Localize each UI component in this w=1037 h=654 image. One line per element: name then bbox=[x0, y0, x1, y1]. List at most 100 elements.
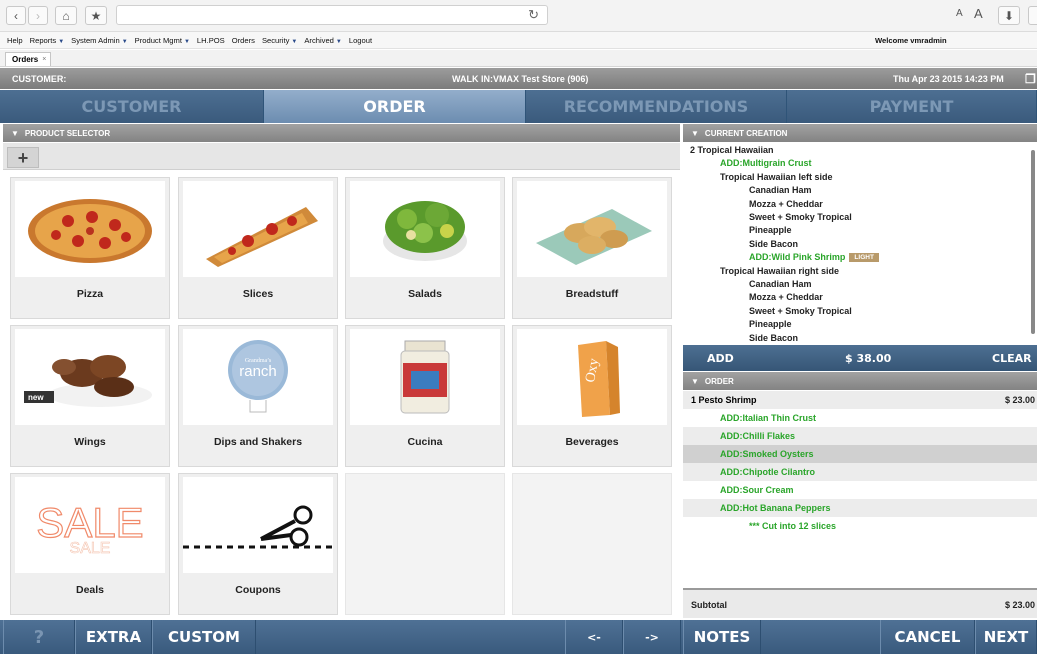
menu-item-logout[interactable]: Logout bbox=[349, 36, 372, 45]
current-creation-footer: ADD $ 38.00 CLEAR bbox=[683, 345, 1037, 371]
product-tile-breadstuff[interactable]: Breadstuff bbox=[512, 177, 672, 319]
download-button[interactable]: ⬇ bbox=[998, 6, 1020, 25]
product-tile-wings[interactable]: new Wings bbox=[10, 325, 170, 467]
close-icon[interactable]: × bbox=[42, 56, 46, 63]
text-size-large-button[interactable]: A bbox=[974, 6, 983, 21]
help-button[interactable]: ? bbox=[3, 620, 75, 654]
menu-item-lh-pos[interactable]: LH.POS bbox=[197, 36, 225, 45]
product-tile-slices[interactable]: Slices bbox=[178, 177, 338, 319]
breadstuff-image bbox=[517, 181, 667, 277]
welcome-text: Welcome vmradmin bbox=[875, 36, 947, 45]
tab-label: RECOMMENDATIONS bbox=[563, 97, 749, 116]
menu-item-label: Reports bbox=[29, 36, 57, 45]
chevron-left-icon: ‹ bbox=[14, 8, 18, 23]
menu-item-label: LH.POS bbox=[196, 36, 225, 45]
add-product-button[interactable]: + bbox=[7, 147, 39, 168]
tab-customer[interactable]: CUSTOMER bbox=[0, 90, 264, 123]
svg-text:ranch: ranch bbox=[239, 363, 277, 380]
order-line[interactable]: ADD:Smoked Oysters bbox=[683, 445, 1037, 463]
product-tile-pizza[interactable]: Pizza bbox=[10, 177, 170, 319]
product-tile-cucina[interactable]: Cucina bbox=[345, 325, 505, 467]
tab-payment[interactable]: PAYMENT bbox=[787, 90, 1037, 123]
creation-line: Tropical Hawaiian left side bbox=[720, 172, 833, 182]
creation-line: Sweet + Smoky Tropical bbox=[749, 212, 852, 222]
url-field[interactable]: ↻ bbox=[116, 5, 548, 25]
menu-item-label: Product Mgmt bbox=[134, 36, 182, 45]
notes-button[interactable]: NOTES bbox=[683, 620, 761, 654]
order-list: 1 Pesto Shrimp $ 23.00 ADD:Italian Thin Cr… bbox=[683, 391, 1037, 586]
subtotal-label: Subtotal bbox=[691, 600, 727, 610]
menu-item-system-admin[interactable]: System Admin ▼ bbox=[71, 36, 128, 45]
back-button[interactable]: ‹ bbox=[6, 6, 26, 25]
next-button[interactable]: NEXT bbox=[975, 620, 1037, 654]
current-creation-header[interactable]: ▼ CURRENT CREATION bbox=[683, 124, 1037, 142]
app-menubar: Help Reports ▼ System Admin ▼ Product Mgmt ▼ LH… bbox=[0, 32, 1037, 49]
reload-icon[interactable]: ↻ bbox=[528, 7, 539, 23]
creation-line: Pineapple bbox=[749, 225, 792, 235]
custom-button[interactable]: CUSTOM bbox=[152, 620, 256, 654]
creation-total: $ 38.00 bbox=[845, 352, 892, 365]
bottom-action-bar: ? EXTRA CUSTOM <- -> NOTES CANCEL NEXT bbox=[0, 620, 1037, 654]
product-selector-header[interactable]: ▼ PRODUCT SELECTOR bbox=[3, 124, 680, 142]
creation-line: Mozza + Cheddar bbox=[749, 199, 823, 209]
caret-down-icon: ▼ bbox=[121, 39, 128, 45]
order-line[interactable]: ADD:Chilli Flakes bbox=[683, 427, 1037, 445]
product-tile-deals[interactable]: SALE SALE Deals bbox=[10, 473, 170, 615]
text-size-small-button[interactable]: A bbox=[956, 8, 963, 19]
window-restore-icon[interactable]: ❐ bbox=[1025, 72, 1036, 86]
order-line[interactable]: ADD:Sour Cream bbox=[683, 481, 1037, 499]
extra-button[interactable]: EXTRA bbox=[75, 620, 152, 654]
order-line[interactable]: 1 Pesto Shrimp $ 23.00 bbox=[683, 391, 1037, 409]
caret-down-icon: ▼ bbox=[58, 39, 65, 45]
menu-item-orders[interactable]: Orders bbox=[232, 36, 255, 45]
tab-order[interactable]: ORDER bbox=[264, 90, 526, 123]
order-line-text: ADD:Hot Banana Peppers bbox=[720, 503, 831, 513]
product-add-strip: + bbox=[3, 143, 680, 170]
order-line[interactable]: ADD:Hot Banana Peppers bbox=[683, 499, 1037, 517]
svg-text:SALE: SALE bbox=[70, 540, 111, 557]
caret-down-icon: ▼ bbox=[335, 39, 342, 45]
product-tile-dips-and-shakers[interactable]: Grandma’s ranch Dips and Shakers bbox=[178, 325, 338, 467]
current-creation-scrollbar[interactable] bbox=[1031, 150, 1035, 334]
cancel-button[interactable]: CANCEL bbox=[880, 620, 975, 654]
extra-toolbar-button[interactable] bbox=[1028, 6, 1037, 25]
sale-image: SALE SALE bbox=[15, 477, 165, 573]
bookmark-button[interactable]: ★ bbox=[85, 6, 107, 25]
clear-creation-button[interactable]: CLEAR bbox=[992, 352, 1032, 365]
ranch-image: Grandma’s ranch bbox=[183, 329, 333, 425]
tab-recommendations[interactable]: RECOMMENDATIONS bbox=[526, 90, 787, 123]
creation-line: Tropical Hawaiian right side bbox=[720, 266, 839, 276]
product-tile-label: Cucina bbox=[407, 436, 443, 448]
product-tile-beverages[interactable]: Oxy Beverages bbox=[512, 325, 672, 467]
pizza-slice-image bbox=[183, 181, 333, 277]
forward-button[interactable]: › bbox=[28, 6, 48, 25]
step-tabs: CUSTOMER ORDER RECOMMENDATIONS PAYMENT bbox=[0, 90, 1037, 123]
tab-label: CUSTOMER bbox=[81, 97, 182, 116]
home-button[interactable]: ⌂ bbox=[55, 6, 77, 25]
order-line[interactable]: ADD:Chipotle Cilantro bbox=[683, 463, 1037, 481]
menu-item-archived[interactable]: Archived ▼ bbox=[304, 36, 342, 45]
add-creation-button[interactable]: ADD bbox=[707, 352, 734, 365]
current-creation-list: 2 Tropical Hawaiian ADD:Multigrain Crust T… bbox=[683, 143, 1037, 344]
menu-item-security[interactable]: Security ▼ bbox=[262, 36, 297, 45]
menu-item-reports[interactable]: Reports ▼ bbox=[30, 36, 65, 45]
order-line[interactable]: *** Cut into 12 slices bbox=[683, 517, 1037, 535]
product-selector-title: PRODUCT SELECTOR bbox=[24, 128, 111, 138]
next-page-button[interactable]: -> bbox=[623, 620, 681, 654]
product-tile-label: Pizza bbox=[76, 288, 104, 300]
tab-orders[interactable]: Orders × bbox=[5, 52, 52, 66]
subtotal-value: $ 23.00 bbox=[1004, 600, 1035, 610]
order-header[interactable]: ▼ ORDER bbox=[683, 372, 1037, 390]
svg-text:new: new bbox=[28, 393, 44, 402]
product-tile-salads[interactable]: Salads bbox=[345, 177, 505, 319]
previous-page-button[interactable]: <- bbox=[565, 620, 623, 654]
creation-line: Canadian Ham bbox=[749, 185, 812, 195]
browser-toolbar: ‹ › ⌂ ★ ↻ A A ⬇ bbox=[0, 0, 1037, 32]
creation-line-text: Mozza + Cheddar bbox=[749, 198, 823, 209]
product-tile-coupons[interactable]: Coupons bbox=[178, 473, 338, 615]
bookmark-star-icon: ★ bbox=[90, 8, 102, 23]
menu-item-help[interactable]: Help bbox=[7, 36, 23, 45]
menu-item-product-mgmt[interactable]: Product Mgmt ▼ bbox=[135, 36, 190, 45]
menu-item-label: Logout bbox=[348, 36, 373, 45]
order-line[interactable]: ADD:Italian Thin Crust bbox=[683, 409, 1037, 427]
